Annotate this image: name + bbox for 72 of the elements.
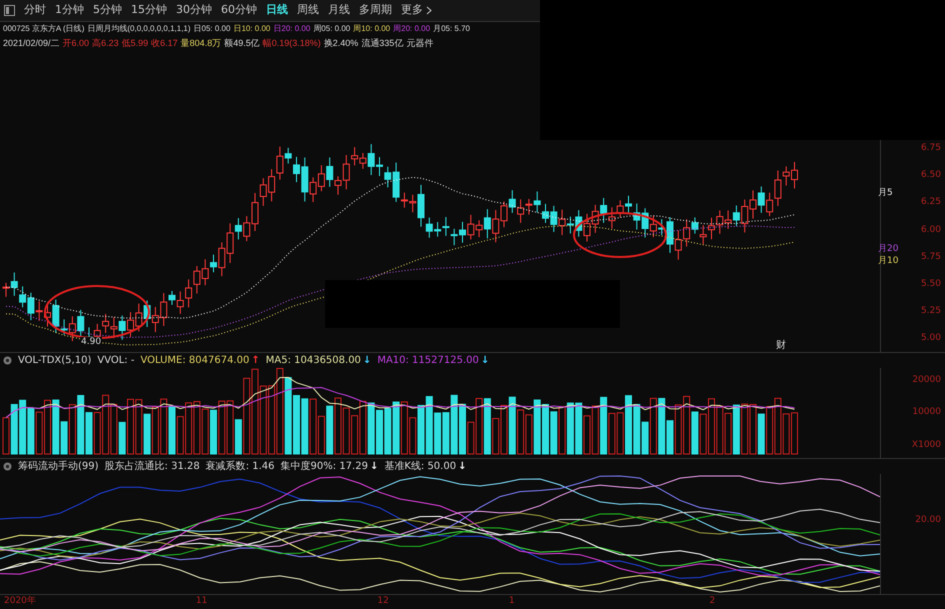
quote-field: 日周月均线(0,0,0,0,0,0,1,1,1): [87, 23, 191, 35]
period-tab[interactable]: 多周期: [359, 2, 392, 19]
quote-field: 周10: 0.00: [353, 23, 390, 35]
event-marker: 财: [776, 338, 786, 353]
period-tab[interactable]: 30分钟: [176, 2, 212, 19]
ma-label: 月20: [878, 244, 898, 254]
indicator-value: VOLUME: 8047674.00: [140, 354, 250, 366]
indicator-value: 集中度90%: 17.29: [280, 460, 368, 472]
price-tick: 5.00: [920, 332, 941, 346]
date-tick: 11: [196, 594, 208, 608]
quote-field: 元器件: [406, 37, 434, 49]
period-tab[interactable]: 更多: [401, 2, 432, 19]
volume-tick: X1000: [912, 438, 941, 452]
price-tick: 5.75: [920, 250, 941, 264]
indicator-value: 基准K线: 50.00: [384, 460, 456, 472]
indicator-value: MA5: 10436508.00: [266, 354, 361, 366]
price-tick: 5.50: [920, 278, 941, 292]
period-tab[interactable]: 周线: [297, 2, 319, 19]
price-tick: 6.75: [920, 142, 941, 155]
date-tick: 1: [508, 594, 515, 608]
indicator-value: 股东占流通比: 31.28: [104, 460, 200, 472]
date-tick: 2: [710, 594, 716, 608]
chip-tick: 20.00: [915, 514, 941, 527]
settings-icon[interactable]: [3, 462, 12, 471]
period-tab[interactable]: 60分钟: [221, 2, 257, 19]
quote-field: 月05: 5.70: [433, 23, 470, 35]
quote-field: 收6.17: [151, 37, 178, 49]
trend-arrow: ↓: [362, 354, 372, 366]
trend-arrow: ↓: [370, 460, 378, 472]
quote-field: 量804.8万: [180, 37, 222, 49]
period-tab[interactable]: 月线: [328, 2, 350, 19]
quote-field: 流通335亿: [361, 37, 404, 49]
quote-field: 开6.00: [62, 37, 90, 49]
indicator-value: MA10: 11527125.00: [377, 354, 479, 366]
indicator-value: VVOL: -: [97, 354, 134, 366]
ma-label: 月10: [878, 256, 898, 266]
price-tick: 6.00: [920, 224, 941, 237]
panel-toggle-icon[interactable]: [4, 5, 15, 16]
low-price-label: 4.90: [80, 337, 102, 347]
quote-field: 高6.23: [92, 37, 119, 49]
price-tick: 5.25: [920, 305, 941, 318]
quote-field: 周20: 0.00: [393, 23, 430, 35]
quote-field: 日05: 0.00: [194, 23, 230, 35]
quote-field: 换2.40%: [324, 37, 358, 49]
quote-field: 2021/02/09/二: [3, 37, 60, 49]
volume-tick: 20000: [912, 374, 941, 387]
quote-field: 幅0.19(3.18%): [262, 37, 321, 49]
quote-field: 000725 京东方A (日线): [3, 23, 84, 35]
ma-label: 月5: [878, 188, 893, 198]
trend-arrow: ↑: [251, 354, 260, 366]
indicator-value: 筹码流动手动(99): [18, 460, 99, 472]
volume-tick: 10000: [912, 406, 941, 420]
price-tick: 6.25: [920, 196, 941, 210]
quote-field: 低5.99: [122, 37, 148, 49]
period-tab[interactable]: 分时: [24, 2, 46, 19]
date-tick: 2020年: [4, 594, 36, 608]
trend-arrow: ↓: [480, 354, 490, 366]
chevron-right-icon: [426, 6, 432, 15]
date-tick: 12: [377, 594, 389, 608]
period-tab[interactable]: 15分钟: [131, 2, 167, 19]
period-tab[interactable]: 日线: [266, 2, 288, 19]
quote-field: 周05: 0.00: [313, 23, 350, 35]
period-tab[interactable]: 1分钟: [55, 2, 84, 19]
price-tick: 6.50: [920, 169, 941, 182]
quote-field: 额49.5亿: [224, 37, 260, 49]
indicator-value: 衰减系数: 1.46: [206, 460, 275, 472]
indicator-value: VOL-TDX(5,10): [18, 354, 92, 366]
quote-field: 日20: 0.00: [273, 23, 310, 35]
quote-field: 日10: 0.00: [233, 23, 270, 35]
settings-icon[interactable]: [3, 356, 12, 365]
trend-arrow: ↓: [458, 460, 466, 472]
period-tab[interactable]: 5分钟: [93, 2, 122, 19]
